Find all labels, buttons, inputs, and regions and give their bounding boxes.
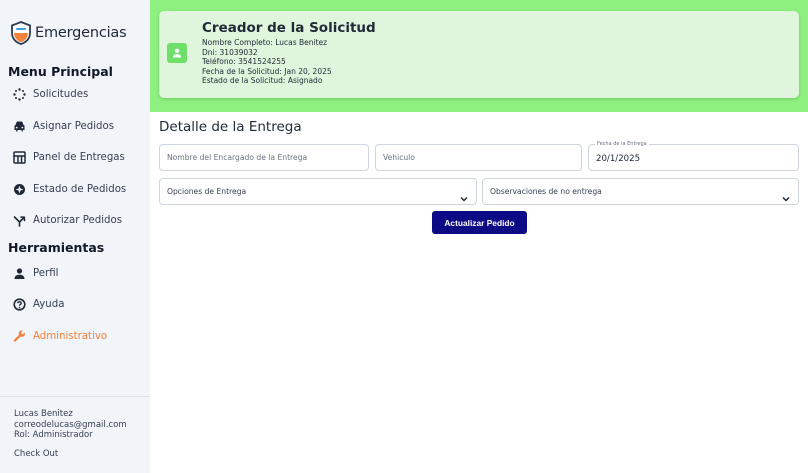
sidebar-item-perfil[interactable]: Perfil xyxy=(0,258,150,290)
sidebar-item-label: Solicitudes xyxy=(33,89,89,101)
request-creator-card: Creador de la Solicitud Nombre Completo:… xyxy=(159,11,799,98)
delivery-date-label: Fecha de la Entrega xyxy=(595,141,649,147)
delivery-date-input[interactable]: Fecha de la Entrega 20/1/2025 xyxy=(588,141,799,171)
observations-placeholder: Observaciones de no entrega xyxy=(490,187,602,196)
status-circle-icon xyxy=(13,183,26,196)
user-email: correodelucas@gmail.com xyxy=(14,419,127,430)
sidebar-item-label: Estado de Pedidos xyxy=(33,183,127,195)
herramientas-heading: Herramientas xyxy=(8,239,105,255)
grid-panel-icon xyxy=(13,151,26,164)
help-icon xyxy=(13,298,26,311)
user-name: Lucas Benitez xyxy=(14,409,73,419)
sidebar-item-autorizar-pedidos[interactable]: Autorizar Pedidos xyxy=(0,205,150,237)
app-title: Emergencias xyxy=(35,25,127,41)
delivery-manager-placeholder: Nombre del Encargado de la Entrega xyxy=(167,153,308,162)
vehicle-placeholder: Vehiculo xyxy=(383,153,415,162)
delivery-options-select[interactable]: Opciones de Entrega xyxy=(159,178,477,205)
vehicle-input[interactable]: Vehiculo xyxy=(375,144,582,171)
delivery-manager-input[interactable]: Nombre del Encargado de la Entrega xyxy=(159,144,369,171)
sidebar: Emergencias Menu Principal Solicitudes A… xyxy=(0,0,150,473)
menu-principal-heading: Menu Principal xyxy=(8,64,113,79)
request-status: Estado de la Solicitud: Asignado xyxy=(202,76,323,85)
shield-logo-icon xyxy=(10,21,32,45)
car-icon xyxy=(13,120,26,133)
creator-dni: Dni: 31039032 xyxy=(202,47,258,57)
card-title: Creador de la Solicitud xyxy=(202,20,376,36)
sidebar-item-solicitudes[interactable]: Solicitudes xyxy=(0,79,150,111)
sidebar-item-ayuda[interactable]: Ayuda xyxy=(0,289,150,321)
person-icon xyxy=(13,267,26,280)
sidebar-item-label: Panel de Entregas xyxy=(33,152,125,164)
request-banner: Creador de la Solicitud Nombre Completo:… xyxy=(150,0,808,112)
sidebar-item-label: Autorizar Pedidos xyxy=(33,215,123,227)
sparkle-icon xyxy=(13,88,26,101)
app-root: Emergencias Menu Principal Solicitudes A… xyxy=(0,0,808,473)
delivery-detail-heading: Detalle de la Entrega xyxy=(159,119,302,135)
request-date: Fecha de la Solicitud: Jan 20, 2025 xyxy=(202,66,332,76)
creator-phone: Teléfono: 3541524255 xyxy=(202,57,286,66)
main-content: Creador de la Solicitud Nombre Completo:… xyxy=(150,0,808,473)
no-delivery-observations-select[interactable]: Observaciones de no entrega xyxy=(482,178,799,205)
delivery-date-value: 20/1/2025 xyxy=(596,153,641,164)
update-order-button[interactable]: Actualizar Pedido xyxy=(432,211,527,234)
user-avatar-icon xyxy=(167,43,187,63)
wrench-icon xyxy=(13,330,26,343)
sidebar-item-asignar-pedidos[interactable]: Asignar Pedidos xyxy=(0,111,150,143)
chevron-down-icon xyxy=(460,188,468,207)
branch-arrow-icon xyxy=(13,214,26,228)
creator-full-name: Nombre Completo: Lucas Benitez xyxy=(202,38,328,47)
sidebar-item-label: Asignar Pedidos xyxy=(33,120,115,132)
delivery-options-placeholder: Opciones de Entrega xyxy=(167,187,247,196)
sidebar-item-label: Perfil xyxy=(33,267,59,279)
sidebar-item-administrativo[interactable]: Administrativo xyxy=(0,321,150,353)
brand: Emergencias xyxy=(0,0,150,52)
sidebar-item-label: Ayuda xyxy=(33,299,65,311)
chevron-down-icon xyxy=(782,188,790,207)
checkout-link[interactable]: Check Out xyxy=(14,449,58,459)
user-role: Rol: Administrador xyxy=(14,430,93,440)
sidebar-item-label: Administrativo xyxy=(33,330,108,342)
sidebar-item-estado-de-pedidos[interactable]: Estado de Pedidos xyxy=(0,174,150,206)
sidebar-item-panel-de-entregas[interactable]: Panel de Entregas xyxy=(0,142,150,174)
user-info: Lucas Benitez correodelucas@gmail.com Ro… xyxy=(0,396,150,460)
